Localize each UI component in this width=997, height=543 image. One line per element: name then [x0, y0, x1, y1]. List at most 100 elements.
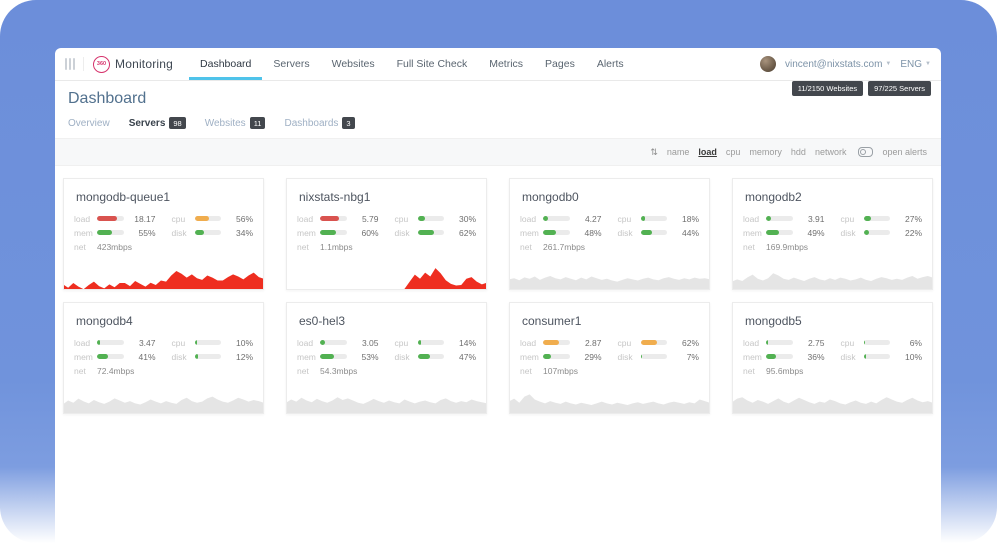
- tab-overview[interactable]: Overview: [68, 118, 110, 129]
- load-value: 2.75: [799, 338, 825, 348]
- metrics: load 3.91 cpu 27% mem 49% disk: [743, 213, 922, 238]
- nav-item-websites[interactable]: Websites: [321, 48, 386, 80]
- server-name: mongodb-queue1: [76, 190, 251, 204]
- server-card[interactable]: mongodb2 load 3.91 cpu 27% mem 49%: [732, 178, 933, 290]
- language-label: ENG: [900, 59, 922, 70]
- tab-websites[interactable]: Websites 11: [205, 117, 266, 129]
- disk-bar: [864, 230, 891, 235]
- disk-value: 44%: [673, 228, 699, 238]
- disk-value: 47%: [450, 352, 476, 362]
- language-selector[interactable]: ENG ▼: [900, 59, 931, 70]
- load-bar: [320, 216, 347, 221]
- sort-by-cpu[interactable]: cpu: [726, 147, 741, 157]
- net-value: 1.1mbps: [320, 242, 353, 252]
- mem-value: 55%: [130, 228, 156, 238]
- metric-cpu: cpu 6%: [841, 338, 923, 348]
- main-menu: Dashboard Servers Websites Full Site Che…: [189, 48, 635, 80]
- mem-bar: [766, 354, 793, 359]
- metric-cpu: cpu 30%: [395, 214, 477, 224]
- metrics: load 18.17 cpu 56% mem 55% disk: [74, 213, 253, 238]
- metric-disk: disk 34%: [172, 228, 254, 238]
- servers-counter-badge: 97/225 Servers: [868, 81, 931, 96]
- net-value: 95.6mbps: [766, 366, 803, 376]
- net-value: 423mbps: [97, 242, 132, 252]
- load-value: 3.05: [353, 338, 379, 348]
- metrics: load 5.79 cpu 30% mem 60% disk: [297, 213, 476, 238]
- navbar-right: vincent@nixstats.com ▼ ENG ▼: [760, 56, 931, 72]
- cpu-bar: [195, 340, 222, 345]
- sort-by-memory[interactable]: memory: [749, 147, 782, 157]
- server-card[interactable]: mongodb4 load 3.47 cpu 10% mem 41%: [63, 302, 264, 414]
- network-sparkline: [63, 386, 264, 414]
- cpu-value: 6%: [896, 338, 922, 348]
- mem-bar: [320, 230, 347, 235]
- user-email: vincent@nixstats.com: [785, 59, 882, 70]
- metric-mem: mem 49%: [743, 228, 825, 238]
- metric-cpu: cpu 27%: [841, 214, 923, 224]
- sort-by-load[interactable]: load: [698, 147, 717, 157]
- metric-net: net 54.3mbps: [297, 366, 476, 376]
- metric-load: load 4.27: [520, 214, 602, 224]
- load-bar: [97, 216, 124, 221]
- sort-by-network[interactable]: network: [815, 147, 847, 157]
- logo[interactable]: 360 Monitoring: [93, 56, 173, 73]
- top-navbar: 360 Monitoring Dashboard Servers Website…: [55, 48, 941, 81]
- user-menu[interactable]: vincent@nixstats.com ▼: [785, 59, 891, 70]
- cpu-value: 27%: [896, 214, 922, 224]
- load-value: 3.91: [799, 214, 825, 224]
- disk-value: 62%: [450, 228, 476, 238]
- open-alerts-toggle[interactable]: [858, 147, 873, 157]
- server-card[interactable]: es0-hel3 load 3.05 cpu 14% mem 53%: [286, 302, 487, 414]
- metrics: load 4.27 cpu 18% mem 48% disk: [520, 213, 699, 238]
- metric-load: load 18.17: [74, 214, 156, 224]
- disk-value: 7%: [673, 352, 699, 362]
- app-switcher-icon[interactable]: [65, 57, 84, 71]
- cpu-bar: [641, 216, 668, 221]
- net-value: 169.9mbps: [766, 242, 808, 252]
- nav-item-full-site-check[interactable]: Full Site Check: [386, 48, 479, 80]
- sort-by-hdd[interactable]: hdd: [791, 147, 806, 157]
- user-avatar[interactable]: [760, 56, 776, 72]
- nav-item-metrics[interactable]: Metrics: [478, 48, 534, 80]
- open-alerts-label[interactable]: open alerts: [882, 147, 927, 157]
- tab-servers-count: 98: [169, 117, 185, 129]
- cpu-bar: [418, 216, 445, 221]
- cpu-bar: [864, 340, 891, 345]
- nav-item-alerts[interactable]: Alerts: [586, 48, 635, 80]
- logo-360-icon: 360: [93, 56, 110, 73]
- sort-arrows-icon: ⇅: [650, 147, 658, 158]
- disk-bar: [195, 354, 222, 359]
- metric-load: load 2.75: [743, 338, 825, 348]
- chevron-down-icon: ▼: [925, 61, 931, 67]
- metric-net: net 423mbps: [74, 242, 253, 252]
- load-bar: [320, 340, 347, 345]
- server-card[interactable]: mongodb0 load 4.27 cpu 18% mem 48%: [509, 178, 710, 290]
- metric-mem: mem 53%: [297, 352, 379, 362]
- server-card[interactable]: nixstats-nbg1 load 5.79 cpu 30% mem: [286, 178, 487, 290]
- sort-by-name[interactable]: name: [667, 147, 690, 157]
- nav-item-dashboard[interactable]: Dashboard: [189, 48, 262, 80]
- server-card[interactable]: mongodb-queue1 load 18.17 cpu 56% mem: [63, 178, 264, 290]
- net-value: 261.7mbps: [543, 242, 585, 252]
- server-card[interactable]: mongodb5 load 2.75 cpu 6% mem 36%: [732, 302, 933, 414]
- metric-disk: disk 44%: [618, 228, 700, 238]
- nav-item-pages[interactable]: Pages: [534, 48, 586, 80]
- metric-mem: mem 55%: [74, 228, 156, 238]
- server-name: mongodb0: [522, 190, 697, 204]
- metric-cpu: cpu 18%: [618, 214, 700, 224]
- app-window: 360 Monitoring Dashboard Servers Website…: [55, 48, 941, 543]
- metric-net: net 261.7mbps: [520, 242, 699, 252]
- tab-servers[interactable]: Servers 98: [129, 117, 186, 129]
- mem-bar: [97, 354, 124, 359]
- metric-load: load 2.87: [520, 338, 602, 348]
- disk-bar: [641, 354, 668, 359]
- metric-mem: mem 60%: [297, 228, 379, 238]
- metric-mem: mem 29%: [520, 352, 602, 362]
- nav-item-servers[interactable]: Servers: [262, 48, 320, 80]
- metric-disk: disk 7%: [618, 352, 700, 362]
- mem-bar: [320, 354, 347, 359]
- tab-dashboards[interactable]: Dashboards 3: [284, 117, 354, 129]
- server-card[interactable]: consumer1 load 2.87 cpu 62% mem 29%: [509, 302, 710, 414]
- metric-disk: disk 22%: [841, 228, 923, 238]
- metric-disk: disk 47%: [395, 352, 477, 362]
